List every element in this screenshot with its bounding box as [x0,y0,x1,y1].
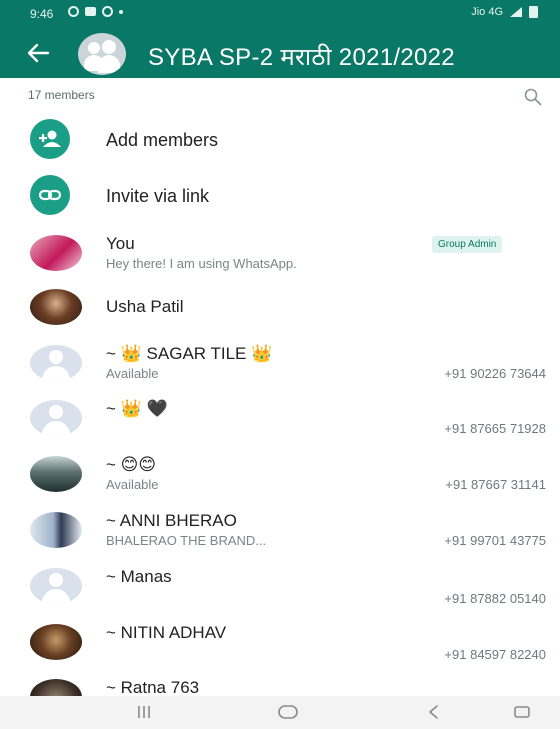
member-row[interactable]: ~ Manas +91 87882 05140 [0,561,560,615]
status-notification-icons [68,6,123,17]
member-row[interactable]: You Hey there! I am using WhatsApp. Grou… [0,228,560,282]
signal-icon [510,7,522,17]
group-title[interactable]: SYBA SP-2 मराठी 2021/2022 [148,40,455,73]
member-row[interactable]: Usha Patil [0,282,560,336]
member-about: Available [106,366,159,381]
member-name: ~ 😊😊 [106,455,157,474]
member-about: Available [106,477,159,492]
member-phone: +91 90226 73644 [444,366,546,381]
member-name: ~ NITIN ADHAV [106,623,227,642]
avatar [30,289,82,325]
member-name: Usha Patil [106,297,184,316]
home-icon[interactable] [276,702,300,722]
add-person-icon [30,119,70,159]
back-nav-icon[interactable] [422,702,446,722]
status-bar: 9:46 Jio 4G [0,0,560,26]
member-name: ~ 👑 🖤 [106,399,168,418]
avatar [30,679,82,696]
default-avatar-icon [30,400,82,436]
accessibility-icon[interactable] [510,702,534,722]
member-name: ~ Manas [106,567,172,586]
member-row[interactable]: ~ 👑 🖤 +91 87665 71928 [0,393,560,447]
avatar [30,624,82,660]
battery-icon [529,6,538,18]
recent-apps-icon[interactable] [132,702,156,722]
dot-icon [119,9,123,14]
member-phone: +91 99701 43775 [444,533,546,548]
member-row[interactable]: ~ NITIN ADHAV +91 84597 82240 [0,617,560,671]
member-row[interactable]: ~ 👑 SAGAR TILE 👑 Available +91 90226 736… [0,338,560,392]
default-avatar-icon [30,345,82,381]
member-row[interactable]: ~ Ratna 763 [0,672,560,696]
group-avatar[interactable] [78,33,126,75]
status-system-icons: Jio 4G [471,6,538,18]
member-name: ~ ANNI BHERAO [106,511,237,530]
member-phone: +91 84597 82240 [444,647,546,662]
member-phone: +91 87882 05140 [444,591,546,606]
avatar [30,456,82,492]
member-phone: +91 87665 71928 [444,421,546,436]
member-name: ~ 👑 SAGAR TILE 👑 [106,344,273,363]
member-phone: +91 87667 31141 [445,477,546,492]
member-row[interactable]: ~ ANNI BHERAO BHALERAO THE BRAND... +91 … [0,505,560,559]
avatar [30,512,82,548]
status-time: 9:46 [30,7,54,21]
app-bar: 9:46 Jio 4G SYBA SP-2 मराठी 2021/2022 [0,0,560,78]
search-icon[interactable] [524,88,542,106]
back-arrow-icon[interactable] [26,42,50,64]
member-name: ~ Ratna 763 [106,678,200,696]
add-members-label: Add members [106,130,219,150]
member-about: BHALERAO THE BRAND... [106,533,267,548]
message-icon [85,7,96,16]
members-count: 17 members [28,88,95,102]
system-navigation-bar [0,696,560,729]
invite-via-link-label: Invite via link [106,186,210,206]
member-about: Hey there! I am using WhatsApp. [106,256,297,271]
settings-icon [102,6,113,17]
group-admin-badge: Group Admin [432,236,503,253]
invite-via-link-row[interactable]: Invite via link [0,171,560,219]
member-name: You [106,234,135,253]
network-label: Jio 4G [471,6,503,18]
add-members-row[interactable]: Add members [0,115,560,163]
avatar [30,235,82,271]
member-row[interactable]: ~ 😊😊 Available +91 87667 31141 [0,449,560,503]
notification-icon [68,6,79,17]
link-icon [30,175,70,215]
default-avatar-icon [30,568,82,604]
